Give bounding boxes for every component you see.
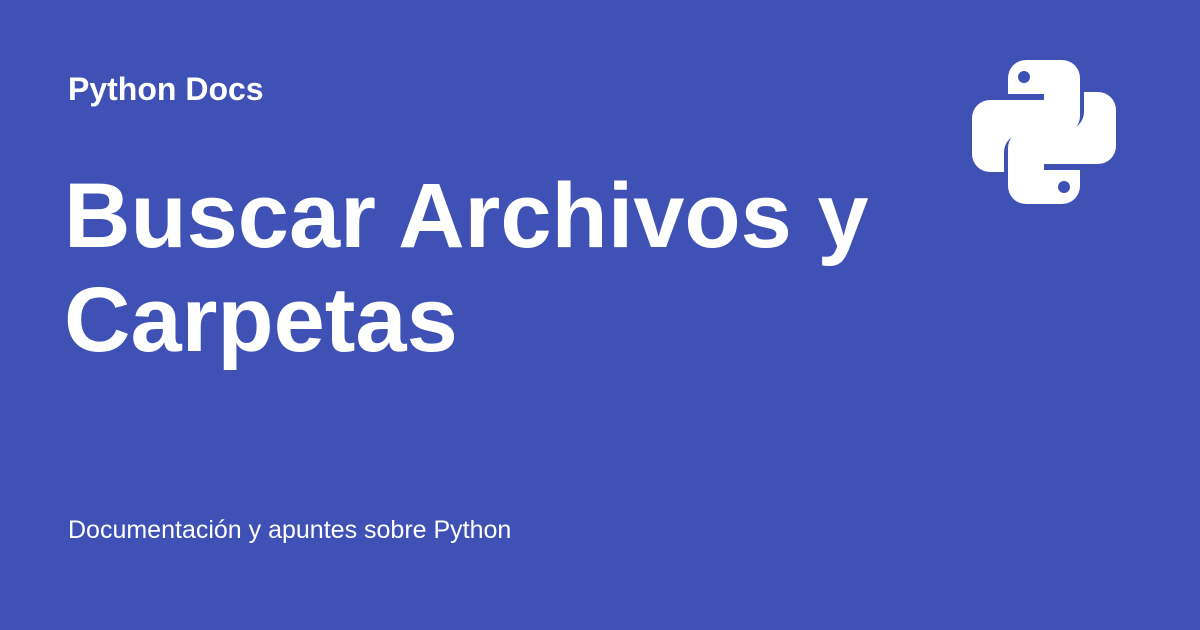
page-title-line-2: Carpetas [64, 269, 458, 371]
site-name: Python Docs [68, 71, 264, 107]
python-logo-bottom-eye [1058, 181, 1070, 193]
site-tagline: Documentación y apuntes sobre Python [68, 516, 512, 544]
page-title: Buscar Archivos y Carpetas [64, 164, 944, 372]
python-logo-icon [972, 60, 1116, 204]
page-title-line-1: Buscar Archivos y [64, 165, 869, 267]
python-logo-top-eye [1018, 71, 1030, 83]
social-card: Python Docs Buscar Archivos y Carpetas D… [0, 0, 1200, 630]
